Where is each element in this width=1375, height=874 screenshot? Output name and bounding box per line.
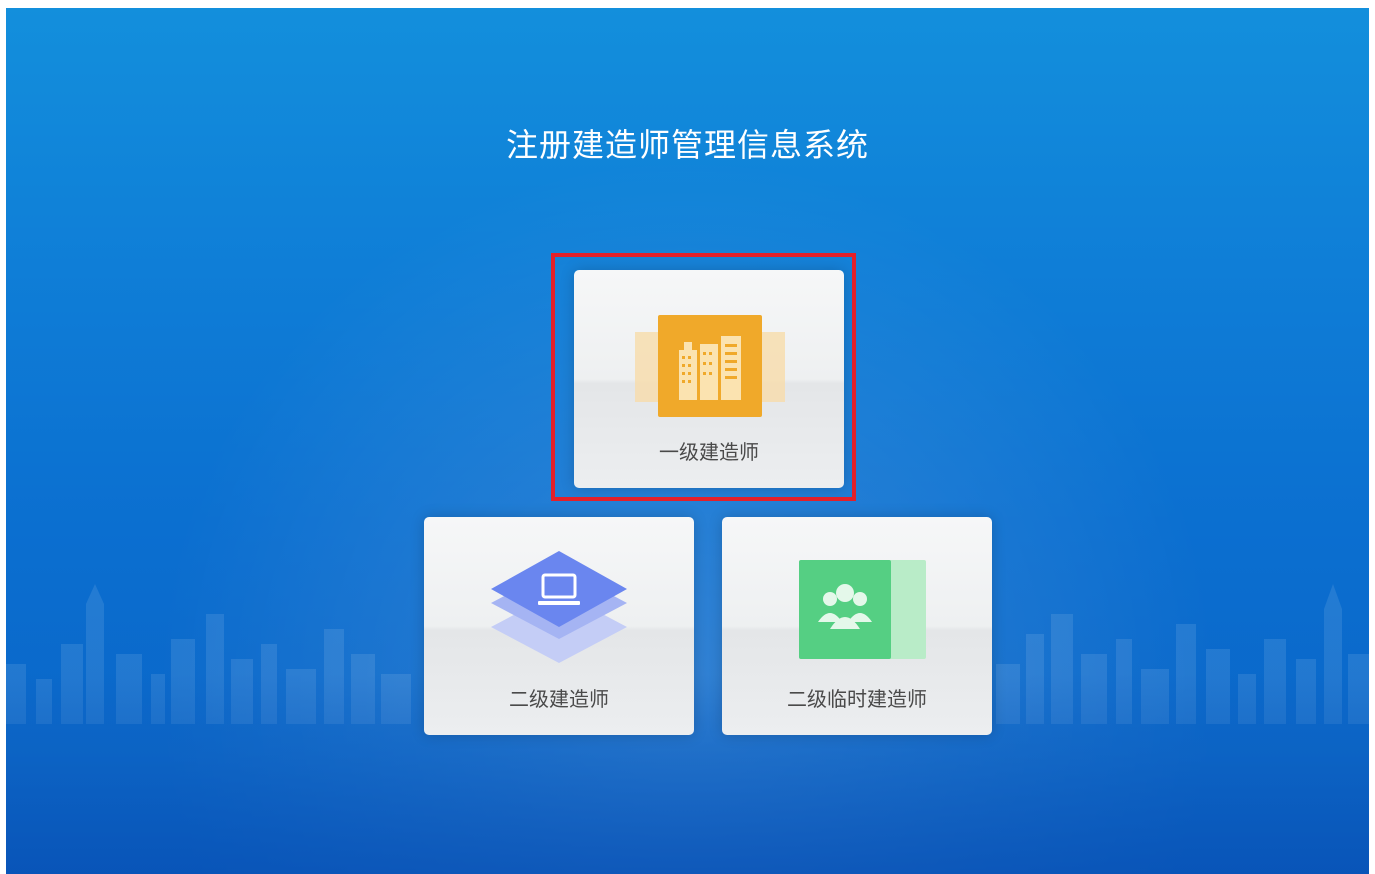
- people-group-icon: [799, 560, 926, 659]
- card-second-class-constructor[interactable]: 二级建造师: [424, 517, 694, 735]
- card-label: 二级建造师: [509, 687, 609, 711]
- card-label: 二级临时建造师: [787, 687, 927, 711]
- card-temporary-second-class-constructor[interactable]: 二级临时建造师: [722, 517, 992, 735]
- card-label: 一级建造师: [659, 440, 759, 464]
- page-title: 注册建造师管理信息系统: [505, 126, 869, 164]
- card-first-class-constructor[interactable]: 一级建造师: [574, 270, 844, 488]
- computer-layers-icon: [491, 551, 627, 663]
- buildings-icon: [635, 315, 785, 417]
